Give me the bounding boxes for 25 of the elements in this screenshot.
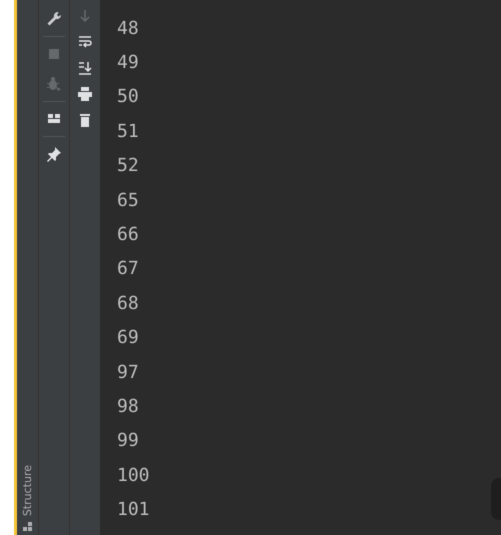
- console-line: 99: [117, 429, 139, 454]
- console-line: 49: [117, 51, 139, 76]
- wrench-icon: [46, 11, 62, 27]
- structure-icon: [23, 522, 32, 531]
- printer-icon: [77, 86, 93, 102]
- console-line: 68: [117, 292, 139, 316]
- console-line: 48: [117, 16, 139, 41]
- console-line: 52: [117, 154, 139, 178]
- structure-tab[interactable]: Structure: [17, 464, 38, 535]
- console-line: 65: [117, 188, 139, 213]
- bug-icon: [46, 76, 62, 92]
- console-line: 101: [117, 498, 150, 522]
- pin-icon: [46, 146, 62, 162]
- console-line: 67: [117, 257, 139, 282]
- console-line: 98: [117, 394, 139, 419]
- trash-icon: [77, 112, 93, 128]
- console-line: 100: [117, 464, 150, 488]
- console-line: 50: [117, 85, 139, 110]
- scroll-to-end-icon: [77, 60, 93, 76]
- console-line: 97: [117, 360, 139, 385]
- soft-wrap-icon: [77, 34, 93, 50]
- console-line: 66: [117, 223, 139, 248]
- console-line: 51: [117, 120, 139, 144]
- stop-icon: [46, 46, 62, 62]
- console-line: 69: [117, 326, 139, 350]
